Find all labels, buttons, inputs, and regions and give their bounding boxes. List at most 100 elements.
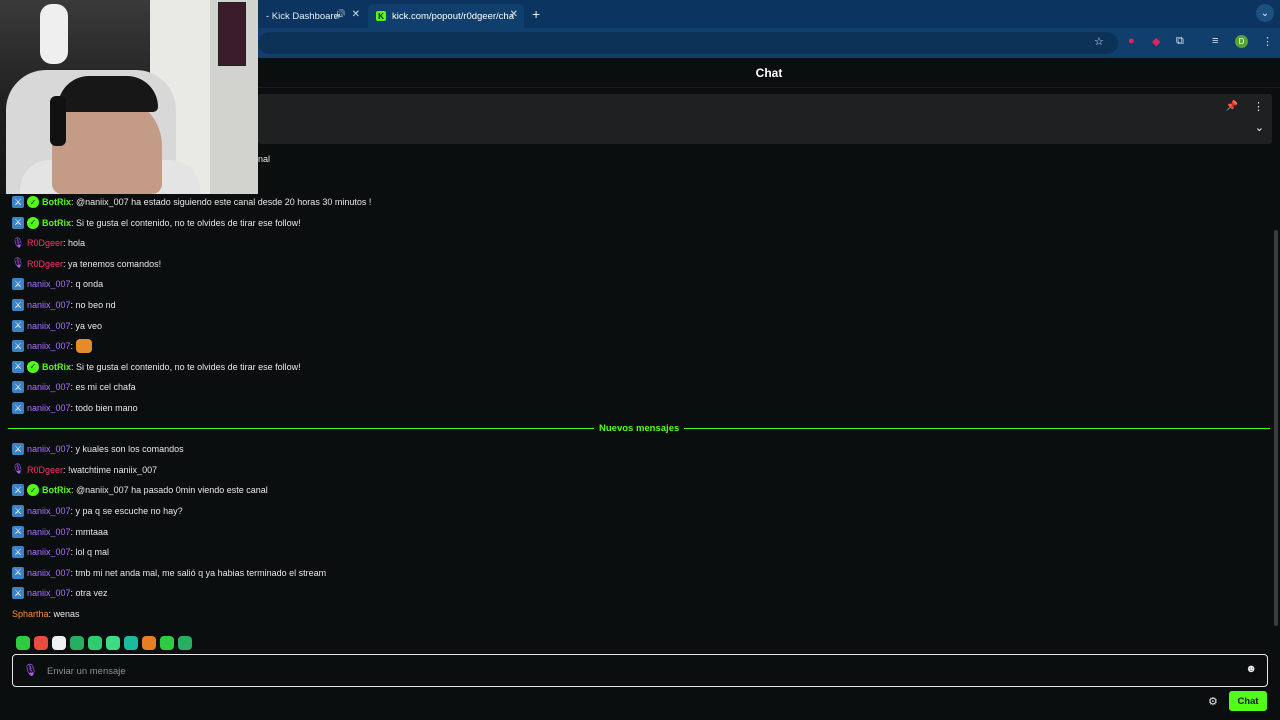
chat-message[interactable]: ⚔ naniix_007: q onda <box>12 276 103 292</box>
chat-message[interactable]: ⚔ ✓ BotRix: @naniix_007 ha estado siguiend… <box>12 194 371 210</box>
verified-badge-icon: ✓ <box>27 484 39 497</box>
emote-icon[interactable] <box>178 636 192 650</box>
message-text: : tmb mi net anda mal, me salió q ya hab… <box>70 567 327 578</box>
message-text: : ya veo <box>70 320 103 331</box>
message-username[interactable]: naniix_007 <box>27 547 71 557</box>
message-text: : !watchtime naniix_007 <box>63 464 158 475</box>
message-username[interactable]: naniix_007 <box>27 382 71 392</box>
moderator-badge-icon: ⚔ <box>12 340 24 353</box>
profile-avatar[interactable]: D <box>1235 35 1248 48</box>
message-username[interactable]: BotRix <box>42 218 71 228</box>
moderator-badge-icon: ⚔ <box>12 196 24 208</box>
message-username[interactable]: Sphartha <box>12 609 49 619</box>
chat-message[interactable]: ⚔ naniix_007: tmb mi net anda mal, me sal… <box>12 565 326 581</box>
chat-message[interactable]: ⚔ naniix_007: lol q mal <box>12 544 109 560</box>
message-username[interactable]: naniix_007 <box>27 321 71 331</box>
message-username[interactable]: R0Dgeer <box>27 238 63 248</box>
chat-message[interactable]: 🎙 R0Dgeer: hola <box>12 235 85 251</box>
send-chat-button[interactable]: Chat <box>1229 691 1267 711</box>
chat-message[interactable]: ⚔ naniix_007: y kuales son los comandos <box>12 441 184 457</box>
message-username[interactable]: BotRix <box>42 362 71 372</box>
record-extension-icon[interactable]: ● <box>1128 35 1135 47</box>
kebab-menu-icon[interactable]: ⋮ <box>1262 35 1273 48</box>
message-input[interactable] <box>47 661 1227 681</box>
chat-message[interactable]: ⚔ naniix_007: todo bien mano <box>12 400 138 416</box>
emote-icon[interactable] <box>124 636 138 650</box>
message-username[interactable]: naniix_007 <box>27 568 71 578</box>
emote-icon[interactable] <box>70 636 84 650</box>
partial-message-text: nal <box>258 154 271 164</box>
media-control-icon[interactable]: ≡ <box>1212 35 1218 47</box>
broadcaster-badge-icon: 🎙 <box>11 237 25 249</box>
chevron-down-icon[interactable]: ⌄ <box>1255 121 1264 134</box>
emote-icon[interactable] <box>106 636 120 650</box>
chat-message[interactable]: ⚔ naniix_007: ya veo <box>12 318 102 334</box>
message-username[interactable]: naniix_007 <box>27 279 71 289</box>
close-icon[interactable]: ✕ <box>510 9 518 20</box>
message-username[interactable]: naniix_007 <box>27 506 71 516</box>
chat-message[interactable]: ⚔ naniix_007: otra vez <box>12 585 108 601</box>
emote-icon[interactable] <box>142 636 156 650</box>
address-bar[interactable] <box>258 32 1118 54</box>
extension-icon[interactable]: ◆ <box>1152 35 1160 48</box>
message-text: : y pa q se escuche no hay? <box>70 506 183 516</box>
message-username[interactable]: naniix_007 <box>27 403 71 413</box>
chat-message[interactable]: Sphartha: wenas <box>12 606 80 622</box>
star-icon[interactable]: ☆ <box>1094 35 1104 48</box>
message-text: : @naniix_007 ha estado siguiendo este c… <box>71 197 372 207</box>
chat-message[interactable]: ⚔ naniix_007: no beo nd <box>12 297 116 313</box>
emoji-picker-icon[interactable]: ☻ <box>1245 663 1257 675</box>
pinned-message[interactable]: 📌 ⋮ ⌄ <box>258 94 1272 144</box>
message-text: : mmtaaa <box>70 526 109 537</box>
tab-kick-dashboard[interactable]: - Kick Dashboard 🔊 ✕ <box>258 4 366 28</box>
scrollbar[interactable] <box>1274 230 1278 626</box>
emote-icon[interactable] <box>160 636 174 650</box>
chat-message[interactable]: 🎙 R0Dgeer: ya tenemos comandos! <box>12 256 161 272</box>
moderator-badge-icon: ⚔ <box>12 546 24 559</box>
moderator-badge-icon: ⚔ <box>12 360 24 373</box>
chat-message[interactable]: 🎙 R0Dgeer: !watchtime naniix_007 <box>12 462 157 478</box>
emote-icon[interactable] <box>52 636 66 650</box>
chat-message[interactable]: ⚔ naniix_007: es mi cel chafa <box>12 379 136 395</box>
puzzle-icon[interactable]: ⧉ <box>1176 35 1184 48</box>
emote-icon[interactable] <box>16 636 30 650</box>
chat-message[interactable]: ⚔ naniix_007: mmtaaa <box>12 524 108 540</box>
chat-message[interactable]: ⚔ naniix_007: y pa q se escuche no hay? <box>12 503 183 519</box>
emote-icon[interactable] <box>88 636 102 650</box>
pin-icon[interactable]: 📌 <box>1226 101 1238 112</box>
message-username[interactable]: naniix_007 <box>27 341 71 351</box>
message-username[interactable]: R0Dgeer <box>27 259 63 269</box>
broadcaster-badge-icon: 🎙 <box>11 258 25 270</box>
chat-message[interactable]: ⚔ ✓ BotRix: Si te gusta el contenido, no t… <box>12 359 301 375</box>
speaker-icon[interactable]: 🔊 <box>335 9 346 20</box>
message-text: : y kuales son los comandos <box>70 444 184 455</box>
page-title: Chat <box>755 65 783 80</box>
tab-search-button[interactable]: ⌄ <box>1256 4 1274 22</box>
moderator-badge-icon: ⚔ <box>12 216 24 229</box>
message-username[interactable]: naniix_007 <box>27 444 71 454</box>
message-username[interactable]: BotRix <box>42 197 71 207</box>
dog-emote-icon <box>76 339 93 354</box>
moderator-badge-icon: ⚔ <box>12 484 24 497</box>
message-username[interactable]: naniix_007 <box>27 300 71 310</box>
chat-input-box[interactable]: 🎙 ☻ <box>12 654 1268 687</box>
message-text: : wenas <box>48 609 80 619</box>
moderator-badge-icon: ⚔ <box>12 381 24 394</box>
new-tab-button[interactable]: + <box>532 6 540 22</box>
chat-message[interactable]: ⚔ naniix_007: <box>12 338 93 354</box>
message-username[interactable]: R0Dgeer <box>27 465 63 475</box>
message-username[interactable]: naniix_007 <box>27 588 71 598</box>
emote-icon[interactable] <box>34 636 48 650</box>
message-text: : es mi cel chafa <box>70 382 136 393</box>
webcam-headset <box>50 96 66 146</box>
message-username[interactable]: naniix_007 <box>27 527 71 537</box>
kick-logo-icon: K <box>376 11 386 21</box>
more-options-icon[interactable]: ⋮ <box>1253 100 1264 113</box>
close-icon[interactable]: ✕ <box>352 9 360 20</box>
gear-icon[interactable]: ⚙ <box>1208 695 1218 708</box>
moderator-badge-icon: ⚔ <box>12 566 24 579</box>
chat-message[interactable]: ⚔ ✓ BotRix: @naniix_007 ha pasado 0min vie… <box>12 482 268 498</box>
tab-kick-popout-chat[interactable]: K kick.com/popout/r0dgeer/cha ✕ <box>368 4 524 28</box>
chat-message[interactable]: ⚔ ✓ BotRix: Si te gusta el contenido, no t… <box>12 215 301 231</box>
message-username[interactable]: BotRix <box>42 485 71 495</box>
